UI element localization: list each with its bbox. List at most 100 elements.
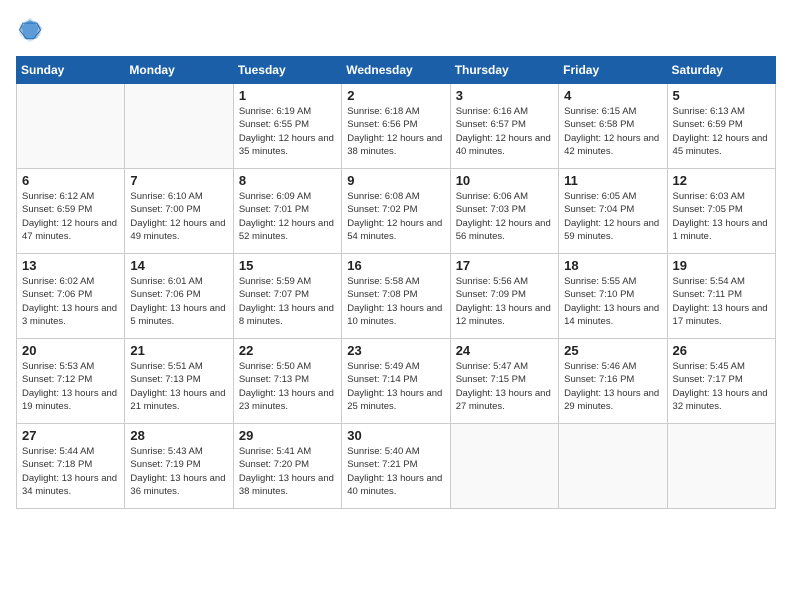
- day-info: Sunrise: 6:10 AM Sunset: 7:00 PM Dayligh…: [130, 190, 227, 243]
- day-number: 13: [22, 258, 119, 273]
- day-info: Sunrise: 5:50 AM Sunset: 7:13 PM Dayligh…: [239, 360, 336, 413]
- day-info: Sunrise: 6:13 AM Sunset: 6:59 PM Dayligh…: [673, 105, 770, 158]
- day-number: 5: [673, 88, 770, 103]
- day-cell: 29 Sunrise: 5:41 AM Sunset: 7:20 PM Dayli…: [233, 424, 341, 509]
- day-number: 27: [22, 428, 119, 443]
- logo-icon: [16, 16, 44, 44]
- day-cell: [450, 424, 558, 509]
- weekday-header-monday: Monday: [125, 57, 233, 84]
- day-info: Sunrise: 6:01 AM Sunset: 7:06 PM Dayligh…: [130, 275, 227, 328]
- day-number: 4: [564, 88, 661, 103]
- week-row-3: 13 Sunrise: 6:02 AM Sunset: 7:06 PM Dayli…: [17, 254, 776, 339]
- day-cell: 27 Sunrise: 5:44 AM Sunset: 7:18 PM Dayli…: [17, 424, 125, 509]
- day-cell: 26 Sunrise: 5:45 AM Sunset: 7:17 PM Dayli…: [667, 339, 775, 424]
- day-number: 2: [347, 88, 444, 103]
- day-info: Sunrise: 5:45 AM Sunset: 7:17 PM Dayligh…: [673, 360, 770, 413]
- day-number: 24: [456, 343, 553, 358]
- day-cell: 1Sunrise: 6:19 AM Sunset: 6:55 PM Daylig…: [233, 84, 341, 169]
- day-number: 26: [673, 343, 770, 358]
- day-number: 8: [239, 173, 336, 188]
- day-number: 25: [564, 343, 661, 358]
- day-info: Sunrise: 6:16 AM Sunset: 6:57 PM Dayligh…: [456, 105, 553, 158]
- day-number: 7: [130, 173, 227, 188]
- day-number: 6: [22, 173, 119, 188]
- week-row-1: 1Sunrise: 6:19 AM Sunset: 6:55 PM Daylig…: [17, 84, 776, 169]
- day-cell: 23Sunrise: 5:49 AM Sunset: 7:14 PM Dayli…: [342, 339, 450, 424]
- day-number: 29: [239, 428, 336, 443]
- day-number: 23: [347, 343, 444, 358]
- day-cell: 4 Sunrise: 6:15 AM Sunset: 6:58 PM Daylig…: [559, 84, 667, 169]
- day-cell: 10 Sunrise: 6:06 AM Sunset: 7:03 PM Dayli…: [450, 169, 558, 254]
- day-cell: 11Sunrise: 6:05 AM Sunset: 7:04 PM Dayli…: [559, 169, 667, 254]
- day-cell: 2 Sunrise: 6:18 AM Sunset: 6:56 PM Daylig…: [342, 84, 450, 169]
- week-row-5: 27 Sunrise: 5:44 AM Sunset: 7:18 PM Dayli…: [17, 424, 776, 509]
- day-info: Sunrise: 5:51 AM Sunset: 7:13 PM Dayligh…: [130, 360, 227, 413]
- day-cell: 6 Sunrise: 6:12 AM Sunset: 6:59 PM Daylig…: [17, 169, 125, 254]
- day-number: 19: [673, 258, 770, 273]
- day-cell: 9 Sunrise: 6:08 AM Sunset: 7:02 PM Daylig…: [342, 169, 450, 254]
- day-number: 21: [130, 343, 227, 358]
- day-cell: 7 Sunrise: 6:10 AM Sunset: 7:00 PM Daylig…: [125, 169, 233, 254]
- day-cell: 24 Sunrise: 5:47 AM Sunset: 7:15 PM Dayli…: [450, 339, 558, 424]
- day-number: 18: [564, 258, 661, 273]
- day-cell: 19 Sunrise: 5:54 AM Sunset: 7:11 PM Dayli…: [667, 254, 775, 339]
- day-cell: 18 Sunrise: 5:55 AM Sunset: 7:10 PM Dayli…: [559, 254, 667, 339]
- day-info: Sunrise: 5:58 AM Sunset: 7:08 PM Dayligh…: [347, 275, 444, 328]
- day-number: 16: [347, 258, 444, 273]
- day-info: Sunrise: 6:08 AM Sunset: 7:02 PM Dayligh…: [347, 190, 444, 243]
- day-cell: 21 Sunrise: 5:51 AM Sunset: 7:13 PM Dayli…: [125, 339, 233, 424]
- day-info: Sunrise: 5:56 AM Sunset: 7:09 PM Dayligh…: [456, 275, 553, 328]
- day-cell: 17 Sunrise: 5:56 AM Sunset: 7:09 PM Dayli…: [450, 254, 558, 339]
- day-info: Sunrise: 5:46 AM Sunset: 7:16 PM Dayligh…: [564, 360, 661, 413]
- day-cell: [17, 84, 125, 169]
- day-cell: [559, 424, 667, 509]
- day-cell: 16 Sunrise: 5:58 AM Sunset: 7:08 PM Dayli…: [342, 254, 450, 339]
- calendar-table: SundayMondayTuesdayWednesdayThursdayFrid…: [16, 56, 776, 509]
- day-info: Sunrise: 6:06 AM Sunset: 7:03 PM Dayligh…: [456, 190, 553, 243]
- day-cell: 25 Sunrise: 5:46 AM Sunset: 7:16 PM Dayli…: [559, 339, 667, 424]
- day-number: 15: [239, 258, 336, 273]
- day-number: 3: [456, 88, 553, 103]
- day-cell: 8Sunrise: 6:09 AM Sunset: 7:01 PM Daylig…: [233, 169, 341, 254]
- day-number: 9: [347, 173, 444, 188]
- day-info: Sunrise: 6:15 AM Sunset: 6:58 PM Dayligh…: [564, 105, 661, 158]
- day-cell: 28Sunrise: 5:43 AM Sunset: 7:19 PM Dayli…: [125, 424, 233, 509]
- day-info: Sunrise: 6:18 AM Sunset: 6:56 PM Dayligh…: [347, 105, 444, 158]
- day-cell: 5 Sunrise: 6:13 AM Sunset: 6:59 PM Daylig…: [667, 84, 775, 169]
- day-cell: 20 Sunrise: 5:53 AM Sunset: 7:12 PM Dayli…: [17, 339, 125, 424]
- day-info: Sunrise: 5:40 AM Sunset: 7:21 PM Dayligh…: [347, 445, 444, 498]
- logo: [16, 16, 48, 44]
- day-cell: 3 Sunrise: 6:16 AM Sunset: 6:57 PM Daylig…: [450, 84, 558, 169]
- day-info: Sunrise: 5:54 AM Sunset: 7:11 PM Dayligh…: [673, 275, 770, 328]
- day-cell: [125, 84, 233, 169]
- day-info: Sunrise: 5:55 AM Sunset: 7:10 PM Dayligh…: [564, 275, 661, 328]
- day-cell: 14Sunrise: 6:01 AM Sunset: 7:06 PM Dayli…: [125, 254, 233, 339]
- weekday-header-saturday: Saturday: [667, 57, 775, 84]
- weekday-header-wednesday: Wednesday: [342, 57, 450, 84]
- day-info: Sunrise: 6:02 AM Sunset: 7:06 PM Dayligh…: [22, 275, 119, 328]
- weekday-header-thursday: Thursday: [450, 57, 558, 84]
- weekday-header-sunday: Sunday: [17, 57, 125, 84]
- day-number: 12: [673, 173, 770, 188]
- day-cell: 15 Sunrise: 5:59 AM Sunset: 7:07 PM Dayli…: [233, 254, 341, 339]
- day-number: 17: [456, 258, 553, 273]
- day-number: 22: [239, 343, 336, 358]
- day-cell: 12Sunrise: 6:03 AM Sunset: 7:05 PM Dayli…: [667, 169, 775, 254]
- day-number: 20: [22, 343, 119, 358]
- weekday-header-row: SundayMondayTuesdayWednesdayThursdayFrid…: [17, 57, 776, 84]
- day-info: Sunrise: 5:53 AM Sunset: 7:12 PM Dayligh…: [22, 360, 119, 413]
- day-info: Sunrise: 5:43 AM Sunset: 7:19 PM Dayligh…: [130, 445, 227, 498]
- weekday-header-friday: Friday: [559, 57, 667, 84]
- week-row-4: 20 Sunrise: 5:53 AM Sunset: 7:12 PM Dayli…: [17, 339, 776, 424]
- day-info: Sunrise: 5:59 AM Sunset: 7:07 PM Dayligh…: [239, 275, 336, 328]
- day-number: 10: [456, 173, 553, 188]
- day-cell: 30 Sunrise: 5:40 AM Sunset: 7:21 PM Dayli…: [342, 424, 450, 509]
- day-number: 1: [239, 88, 336, 103]
- day-number: 30: [347, 428, 444, 443]
- day-info: Sunrise: 6:12 AM Sunset: 6:59 PM Dayligh…: [22, 190, 119, 243]
- page-header: [16, 16, 776, 44]
- day-info: Sunrise: 5:41 AM Sunset: 7:20 PM Dayligh…: [239, 445, 336, 498]
- day-info: Sunrise: 5:47 AM Sunset: 7:15 PM Dayligh…: [456, 360, 553, 413]
- day-info: Sunrise: 5:44 AM Sunset: 7:18 PM Dayligh…: [22, 445, 119, 498]
- day-cell: 22 Sunrise: 5:50 AM Sunset: 7:13 PM Dayli…: [233, 339, 341, 424]
